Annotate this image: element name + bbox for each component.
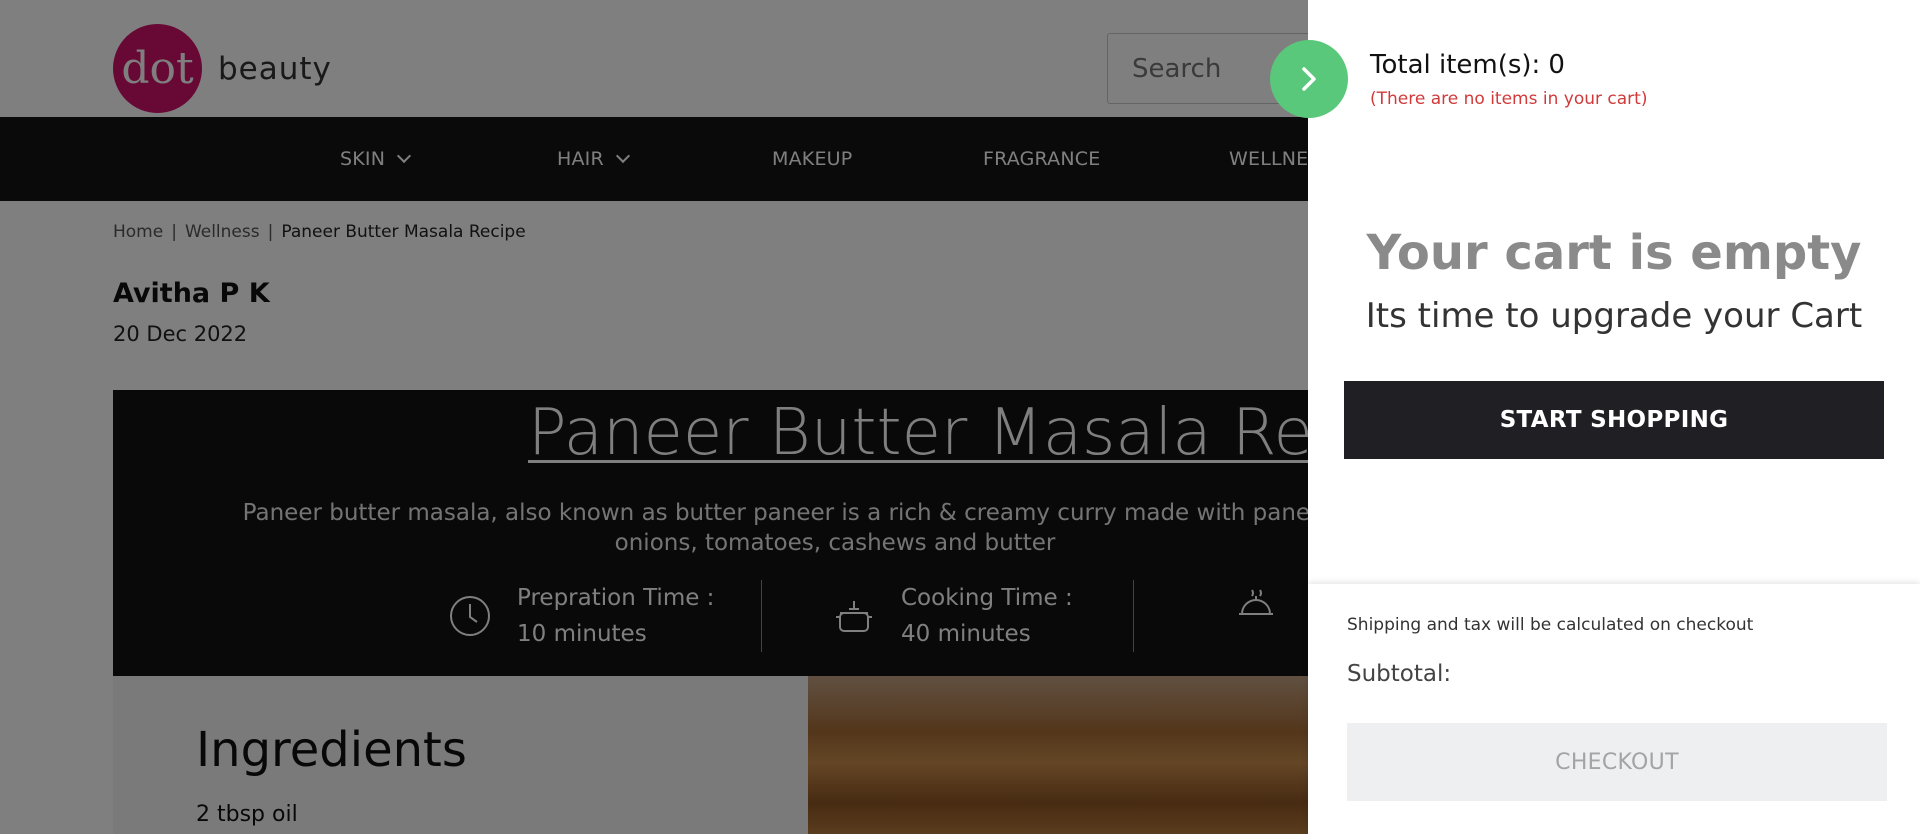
- close-cart-button[interactable]: [1270, 40, 1348, 118]
- cart-footer: Shipping and tax will be calculated on c…: [1308, 584, 1920, 834]
- subtotal-label: Subtotal:: [1347, 661, 1452, 687]
- cart-total-count: 0: [1548, 50, 1565, 80]
- cart-empty-subtitle: Its time to upgrade your Cart: [1365, 296, 1863, 336]
- cart-empty-title: Your cart is empty: [1366, 225, 1862, 281]
- cart-total: Total item(s): 0: [1370, 50, 1565, 80]
- chevron-right-icon: [1302, 67, 1316, 91]
- cart-total-label: Total item(s):: [1370, 50, 1541, 80]
- cart-drawer: Total item(s): 0 (There are no items in y…: [1308, 0, 1920, 834]
- shipping-note: Shipping and tax will be calculated on c…: [1347, 615, 1754, 635]
- start-shopping-button[interactable]: START SHOPPING: [1344, 381, 1884, 459]
- cart-empty-note: (There are no items in your cart): [1370, 89, 1648, 109]
- checkout-button[interactable]: CHECKOUT: [1347, 723, 1887, 801]
